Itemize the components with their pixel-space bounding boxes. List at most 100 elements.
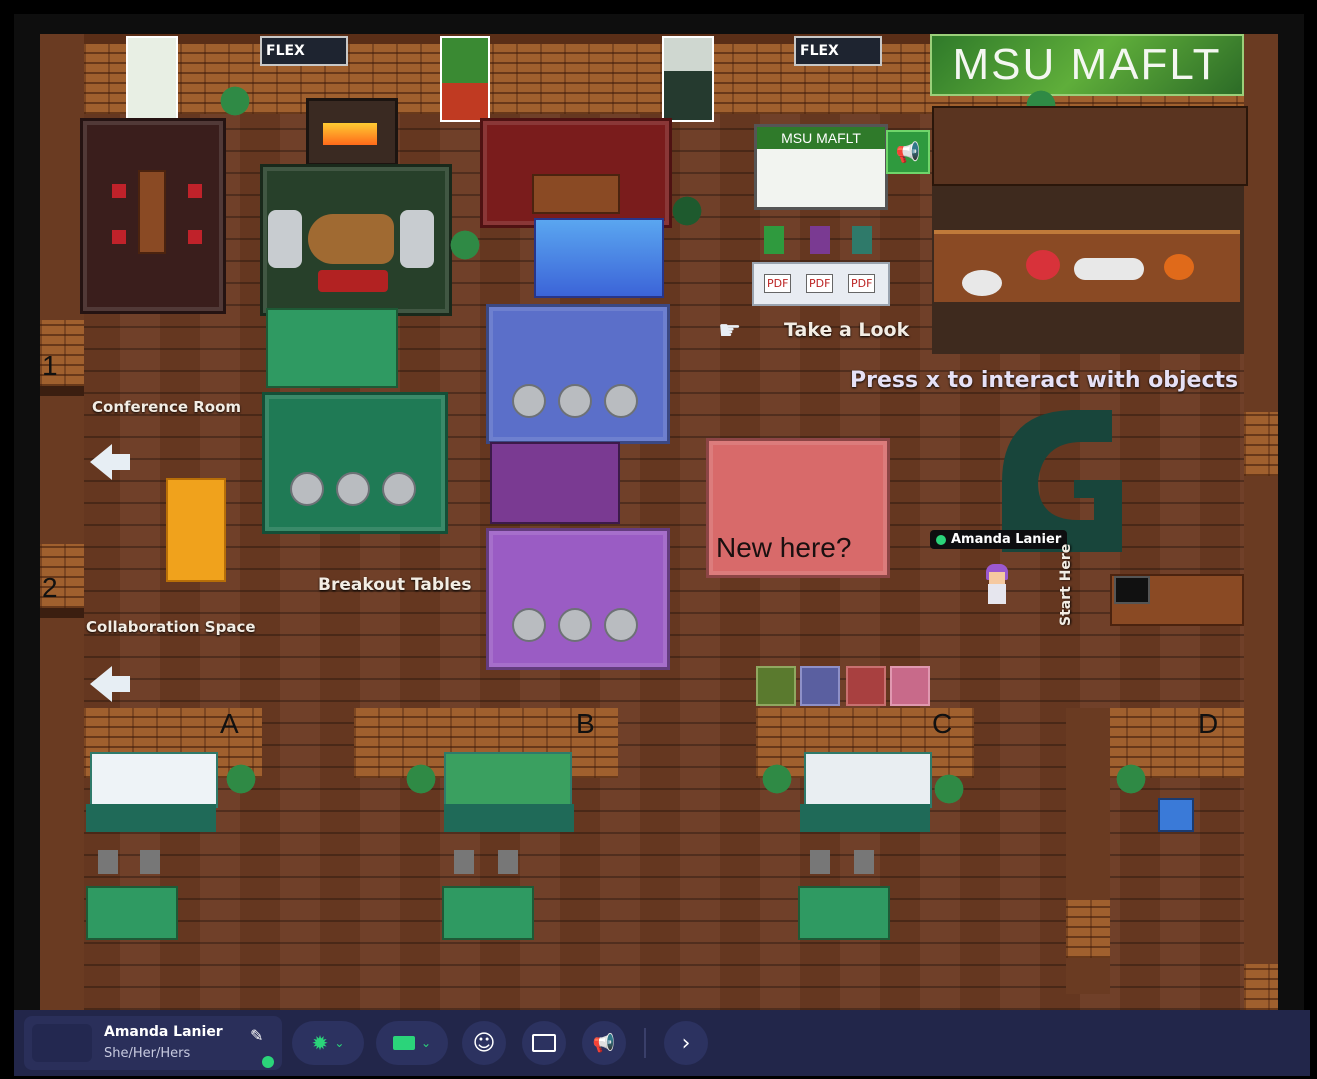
avatar-body (988, 584, 1006, 604)
pdf-2[interactable]: PDF (806, 274, 834, 293)
room-b-letter: B (576, 708, 595, 739)
left-wall (40, 34, 84, 1010)
kitchen-shelves (932, 106, 1248, 186)
game-world[interactable]: MSU MAFLT FLEX FLEX New here? MSU MAFLT … (14, 14, 1304, 1010)
expand-button[interactable]: › (664, 1021, 708, 1065)
user-card[interactable]: Amanda Lanier She/Her/Hers ✎ (24, 1016, 282, 1070)
screen-share-button[interactable] (522, 1021, 566, 1065)
room-c-poster[interactable] (804, 752, 932, 808)
fireplace[interactable] (306, 98, 398, 166)
swatch-red[interactable] (846, 666, 886, 706)
conference-room-arrow-tail (110, 454, 130, 470)
chair-blue-2[interactable] (558, 384, 592, 418)
blue-table[interactable] (534, 218, 664, 298)
pumpkin[interactable] (1164, 254, 1194, 280)
poster-flex-1[interactable]: FLEX (260, 36, 348, 66)
megaphone-icon: 📢 (592, 1032, 616, 1054)
chair-teal-kiosk[interactable] (852, 226, 872, 254)
edit-icon[interactable]: ✎ (250, 1026, 263, 1045)
conference-room-arrow-icon[interactable] (90, 444, 112, 480)
player-name: Amanda Lanier (951, 532, 1062, 547)
swatch-blue[interactable] (800, 666, 840, 706)
chair-green-2[interactable] (336, 472, 370, 506)
chair-purple-2[interactable] (558, 608, 592, 642)
swatch-green[interactable] (756, 666, 796, 706)
rug-breakout-blue (486, 304, 670, 444)
chair-purple-3[interactable] (604, 608, 638, 642)
couch-right[interactable] (400, 210, 434, 268)
breakout-tables-label: Breakout Tables (318, 575, 472, 595)
plant-room-c-right (934, 768, 964, 810)
plant-red-rug (672, 190, 702, 232)
chair-purple-1[interactable] (512, 608, 546, 642)
camera-button[interactable]: ⌄ (376, 1021, 448, 1065)
megaphone-button[interactable]: 📢 (582, 1021, 626, 1065)
green-table[interactable] (266, 308, 398, 388)
banner-text: MSU MAFLT (952, 40, 1222, 89)
room-c-chair-1[interactable] (810, 850, 830, 874)
take-a-look-label: Take a Look (784, 319, 910, 341)
poster-flex-2[interactable]: FLEX (794, 36, 882, 66)
collaboration-space-arrow-icon[interactable] (90, 666, 112, 702)
chevron-right-icon: › (681, 1030, 691, 1056)
room-a-poster[interactable] (90, 752, 218, 808)
toolbar-divider (644, 1028, 646, 1058)
purple-table[interactable] (490, 442, 620, 524)
room-b-poster[interactable] (444, 752, 572, 808)
pointer-hand-icon: ☛ (718, 316, 742, 346)
conference-room-label: Conference Room (92, 398, 242, 416)
player-avatar[interactable] (984, 564, 1010, 606)
couch-left[interactable] (268, 210, 302, 268)
room-b-chair-1[interactable] (454, 850, 474, 874)
chair-green-1[interactable] (290, 472, 324, 506)
red-bench[interactable] (318, 270, 388, 292)
cornucopia[interactable] (308, 214, 394, 264)
punch-bowl[interactable] (1026, 250, 1060, 280)
room-d-divider-brick (1066, 900, 1110, 958)
room-a-chair-2[interactable] (140, 850, 160, 874)
dining-chair-2[interactable] (188, 184, 202, 198)
orange-megaphone-pad[interactable] (166, 478, 226, 582)
poster-alumni[interactable] (662, 36, 714, 122)
chair-purple-kiosk[interactable] (810, 226, 830, 254)
red-rug-desk[interactable] (532, 174, 620, 214)
computer-monitor[interactable] (1114, 576, 1150, 604)
room-a-table-top (86, 804, 216, 832)
chevron-down-icon: ⌄ (420, 1036, 432, 1050)
player-name-tag[interactable]: Amanda Lanier (930, 530, 1068, 549)
room-c-letter: C (932, 708, 953, 739)
pdf-table[interactable]: PDF PDF PDF (752, 262, 890, 306)
msu-maflt-banner[interactable]: MSU MAFLT (930, 34, 1244, 96)
dining-chair-1[interactable] (112, 184, 126, 198)
collaboration-space-arrow-tail (110, 676, 130, 692)
room-d-kiosk[interactable] (1158, 798, 1194, 832)
dessert-stand[interactable] (962, 270, 1002, 296)
swatch-pink[interactable] (890, 666, 930, 706)
emoji-button[interactable]: ☺ (462, 1021, 506, 1065)
kiosk-poster[interactable]: MSU MAFLT (754, 124, 888, 210)
chair-green-kiosk[interactable] (764, 226, 784, 254)
pdf-1[interactable]: PDF (764, 274, 792, 293)
fruit-platter[interactable] (1074, 258, 1144, 280)
plant-room-d (1116, 758, 1146, 800)
room-c-table[interactable] (798, 886, 890, 940)
dining-chair-3[interactable] (112, 230, 126, 244)
poster-left-1[interactable] (126, 36, 178, 122)
dining-chair-4[interactable] (188, 230, 202, 244)
poster-red-tulips[interactable] (440, 36, 490, 122)
megaphone-icon-tile[interactable]: 📢 (886, 130, 930, 174)
room-a-chair-1[interactable] (98, 850, 118, 874)
room-b-chair-2[interactable] (498, 850, 518, 874)
chair-blue-3[interactable] (604, 384, 638, 418)
user-avatar (32, 1024, 92, 1062)
pdf-3[interactable]: PDF (848, 274, 876, 293)
room-c-chair-2[interactable] (854, 850, 874, 874)
chair-blue-1[interactable] (512, 384, 546, 418)
status-button[interactable]: ✹ ⌄ (292, 1021, 364, 1065)
dining-table[interactable] (138, 170, 166, 254)
room-a-table[interactable] (86, 886, 178, 940)
room-b-table[interactable] (442, 886, 534, 940)
right-wall-brick (1244, 412, 1278, 476)
chair-green-3[interactable] (382, 472, 416, 506)
rug-breakout-purple (486, 528, 670, 670)
